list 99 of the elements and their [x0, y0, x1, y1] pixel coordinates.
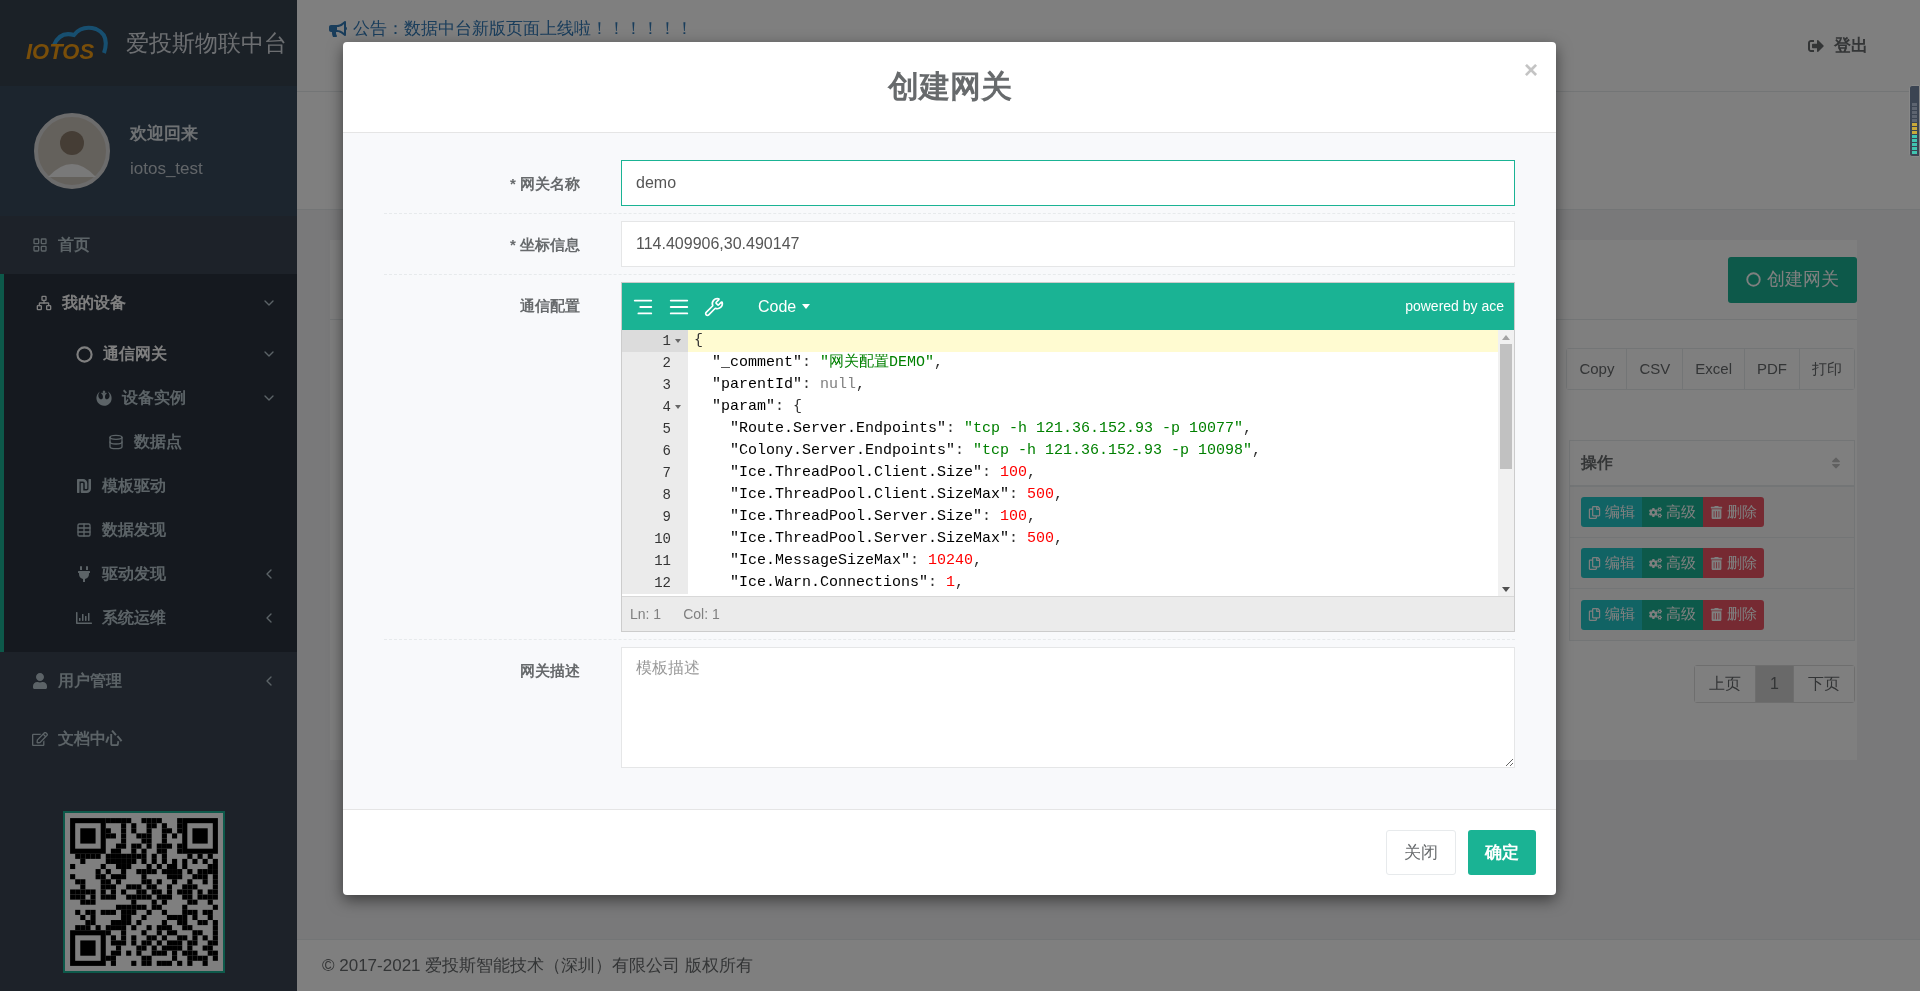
copy-icon	[1588, 608, 1601, 621]
action-button[interactable]: 删除	[1703, 599, 1764, 630]
code-editor[interactable]	[621, 282, 1515, 632]
gears-icon	[1649, 556, 1662, 570]
code-line: "Ice.MessageSizeMax": 10240,	[729, 550, 983, 571]
bar-chart-icon	[76, 610, 92, 626]
action-button[interactable]: 编辑	[1581, 497, 1642, 527]
meter-icon	[1909, 85, 1920, 157]
menu-item[interactable]: 通信网关	[4, 332, 297, 376]
description-textarea[interactable]: 模板描述	[621, 647, 1515, 768]
action-button[interactable]: 编辑	[1581, 599, 1642, 630]
menu-item[interactable]: 系统运维	[4, 596, 297, 640]
action-button[interactable]: 高级	[1642, 497, 1703, 527]
gears-icon	[1649, 505, 1662, 519]
gears-icon	[1649, 608, 1662, 621]
emblem-icon	[96, 390, 112, 406]
line-number: 11	[654, 551, 671, 571]
circle-icon	[1746, 272, 1761, 287]
code-line: "Ice.ThreadPool.Client.Size": 100,	[729, 462, 1037, 483]
grid-icon	[32, 237, 48, 253]
close-button[interactable]: ×	[1524, 52, 1538, 88]
username: iotos_test	[130, 158, 203, 180]
line-number: 6	[662, 441, 671, 461]
table-icon	[76, 522, 92, 538]
line-number: 10	[654, 529, 671, 549]
create-gateway-button[interactable]: 创建网关	[1728, 256, 1857, 303]
code-line: "param": {	[711, 396, 803, 417]
line-number: 2	[662, 353, 671, 373]
mode-dropdown[interactable]: Code	[758, 294, 811, 319]
status-text: Ln: 1	[630, 604, 662, 624]
scrollbar[interactable]	[1498, 330, 1514, 596]
copyright-text: © 2017-2021 爱投斯智能技术（深圳）有限公司 版权所有	[322, 954, 753, 977]
sign-out-icon	[1808, 37, 1824, 54]
copy-icon	[1588, 505, 1601, 519]
code-line: "Ice.ThreadPool.Client.SizeMax": 500,	[729, 484, 1064, 505]
shekel-icon	[76, 478, 92, 494]
action-button[interactable]: 删除	[1703, 548, 1764, 578]
menu-item[interactable]: 数据点	[4, 420, 297, 464]
megaphone-icon	[329, 19, 347, 38]
confirm-button[interactable]: 确定	[1468, 830, 1536, 875]
logo: IOTOS	[26, 23, 114, 63]
code-line: "_comment": "网关配置DEMO",	[711, 352, 944, 373]
welcome-text: 欢迎回来	[130, 122, 199, 145]
wrench-icon[interactable]	[704, 296, 724, 317]
logout-button[interactable]: 登出	[1808, 32, 1868, 59]
plug-icon	[76, 566, 92, 582]
menu-item[interactable]: 模板驱动	[4, 464, 297, 508]
dialog-title: 创建网关	[887, 67, 1012, 106]
action-button[interactable]: 编辑	[1581, 548, 1642, 578]
line-number: 4	[662, 397, 671, 417]
menu-item[interactable]: 用户管理	[0, 652, 297, 710]
menu-item[interactable]: 我的设备	[4, 274, 297, 332]
menu-item[interactable]: 首页	[0, 216, 297, 274]
page-button[interactable]: 下页	[1793, 666, 1854, 702]
circle-icon	[76, 345, 93, 363]
text-input[interactable]: demo	[621, 160, 1515, 206]
powered-by-label: powered by ace	[1405, 297, 1504, 316]
action-button[interactable]: 高级	[1642, 548, 1703, 578]
trash-icon	[1710, 505, 1723, 519]
code-line: "Ice.ThreadPool.Server.Size": 100,	[729, 506, 1037, 527]
line-number: 7	[662, 463, 671, 483]
menu-item[interactable]: 数据发现	[4, 508, 297, 552]
field-label: * 网关名称	[510, 175, 580, 192]
menu-item[interactable]: 文档中心	[0, 710, 297, 768]
line-number: 1	[662, 331, 671, 351]
code-line: "parentId": null,	[711, 374, 866, 395]
code-line: "Route.Server.Endpoints": "tcp -h 121.36.152.93 -p 10077",	[729, 418, 1253, 439]
sitemap-icon	[36, 295, 52, 311]
trash-icon	[1710, 556, 1723, 570]
trash-icon	[1710, 608, 1723, 621]
edit-icon	[32, 731, 48, 747]
fold-caret-icon[interactable]	[674, 405, 681, 409]
export-button[interactable]: 打印	[1799, 349, 1854, 389]
sort-icon	[1829, 456, 1843, 470]
menu-item[interactable]: 驱动发现	[4, 552, 297, 596]
field-label: 网关描述	[520, 662, 580, 679]
code-line: "Ice.ThreadPool.Server.SizeMax": 500,	[729, 528, 1064, 549]
line-number: 5	[662, 419, 671, 439]
action-button[interactable]: 删除	[1703, 497, 1764, 527]
copy-icon	[1588, 556, 1601, 570]
text-input[interactable]: 114.409906,30.490147	[621, 221, 1515, 267]
field-label: 通信配置	[520, 297, 580, 314]
line-number: 9	[662, 507, 671, 527]
status-text: Col: 1	[683, 604, 720, 624]
line-number: 3	[662, 375, 671, 395]
action-button[interactable]: 高级	[1642, 599, 1703, 630]
line-number: 12	[654, 573, 671, 593]
app-title: 爱投斯物联中台	[126, 28, 287, 58]
announcement[interactable]: 公告：数据中台新版页面上线啦！！！！！！	[329, 16, 693, 42]
dismiss-button[interactable]: 关闭	[1386, 830, 1456, 875]
code-line: "Ice.Warn.Connections": 1,	[729, 572, 965, 593]
user-icon	[32, 673, 48, 689]
field-label: * 坐标信息	[510, 236, 580, 253]
fold-caret-icon[interactable]	[674, 339, 681, 343]
line-number: 8	[662, 485, 671, 505]
database-icon	[108, 434, 124, 450]
code-line: "Colony.Server.Endpoints": "tcp -h 121.36.152.93 -p 10098",	[729, 440, 1262, 461]
code-line: {	[693, 330, 703, 351]
menu-item[interactable]: 设备实例	[4, 376, 297, 420]
